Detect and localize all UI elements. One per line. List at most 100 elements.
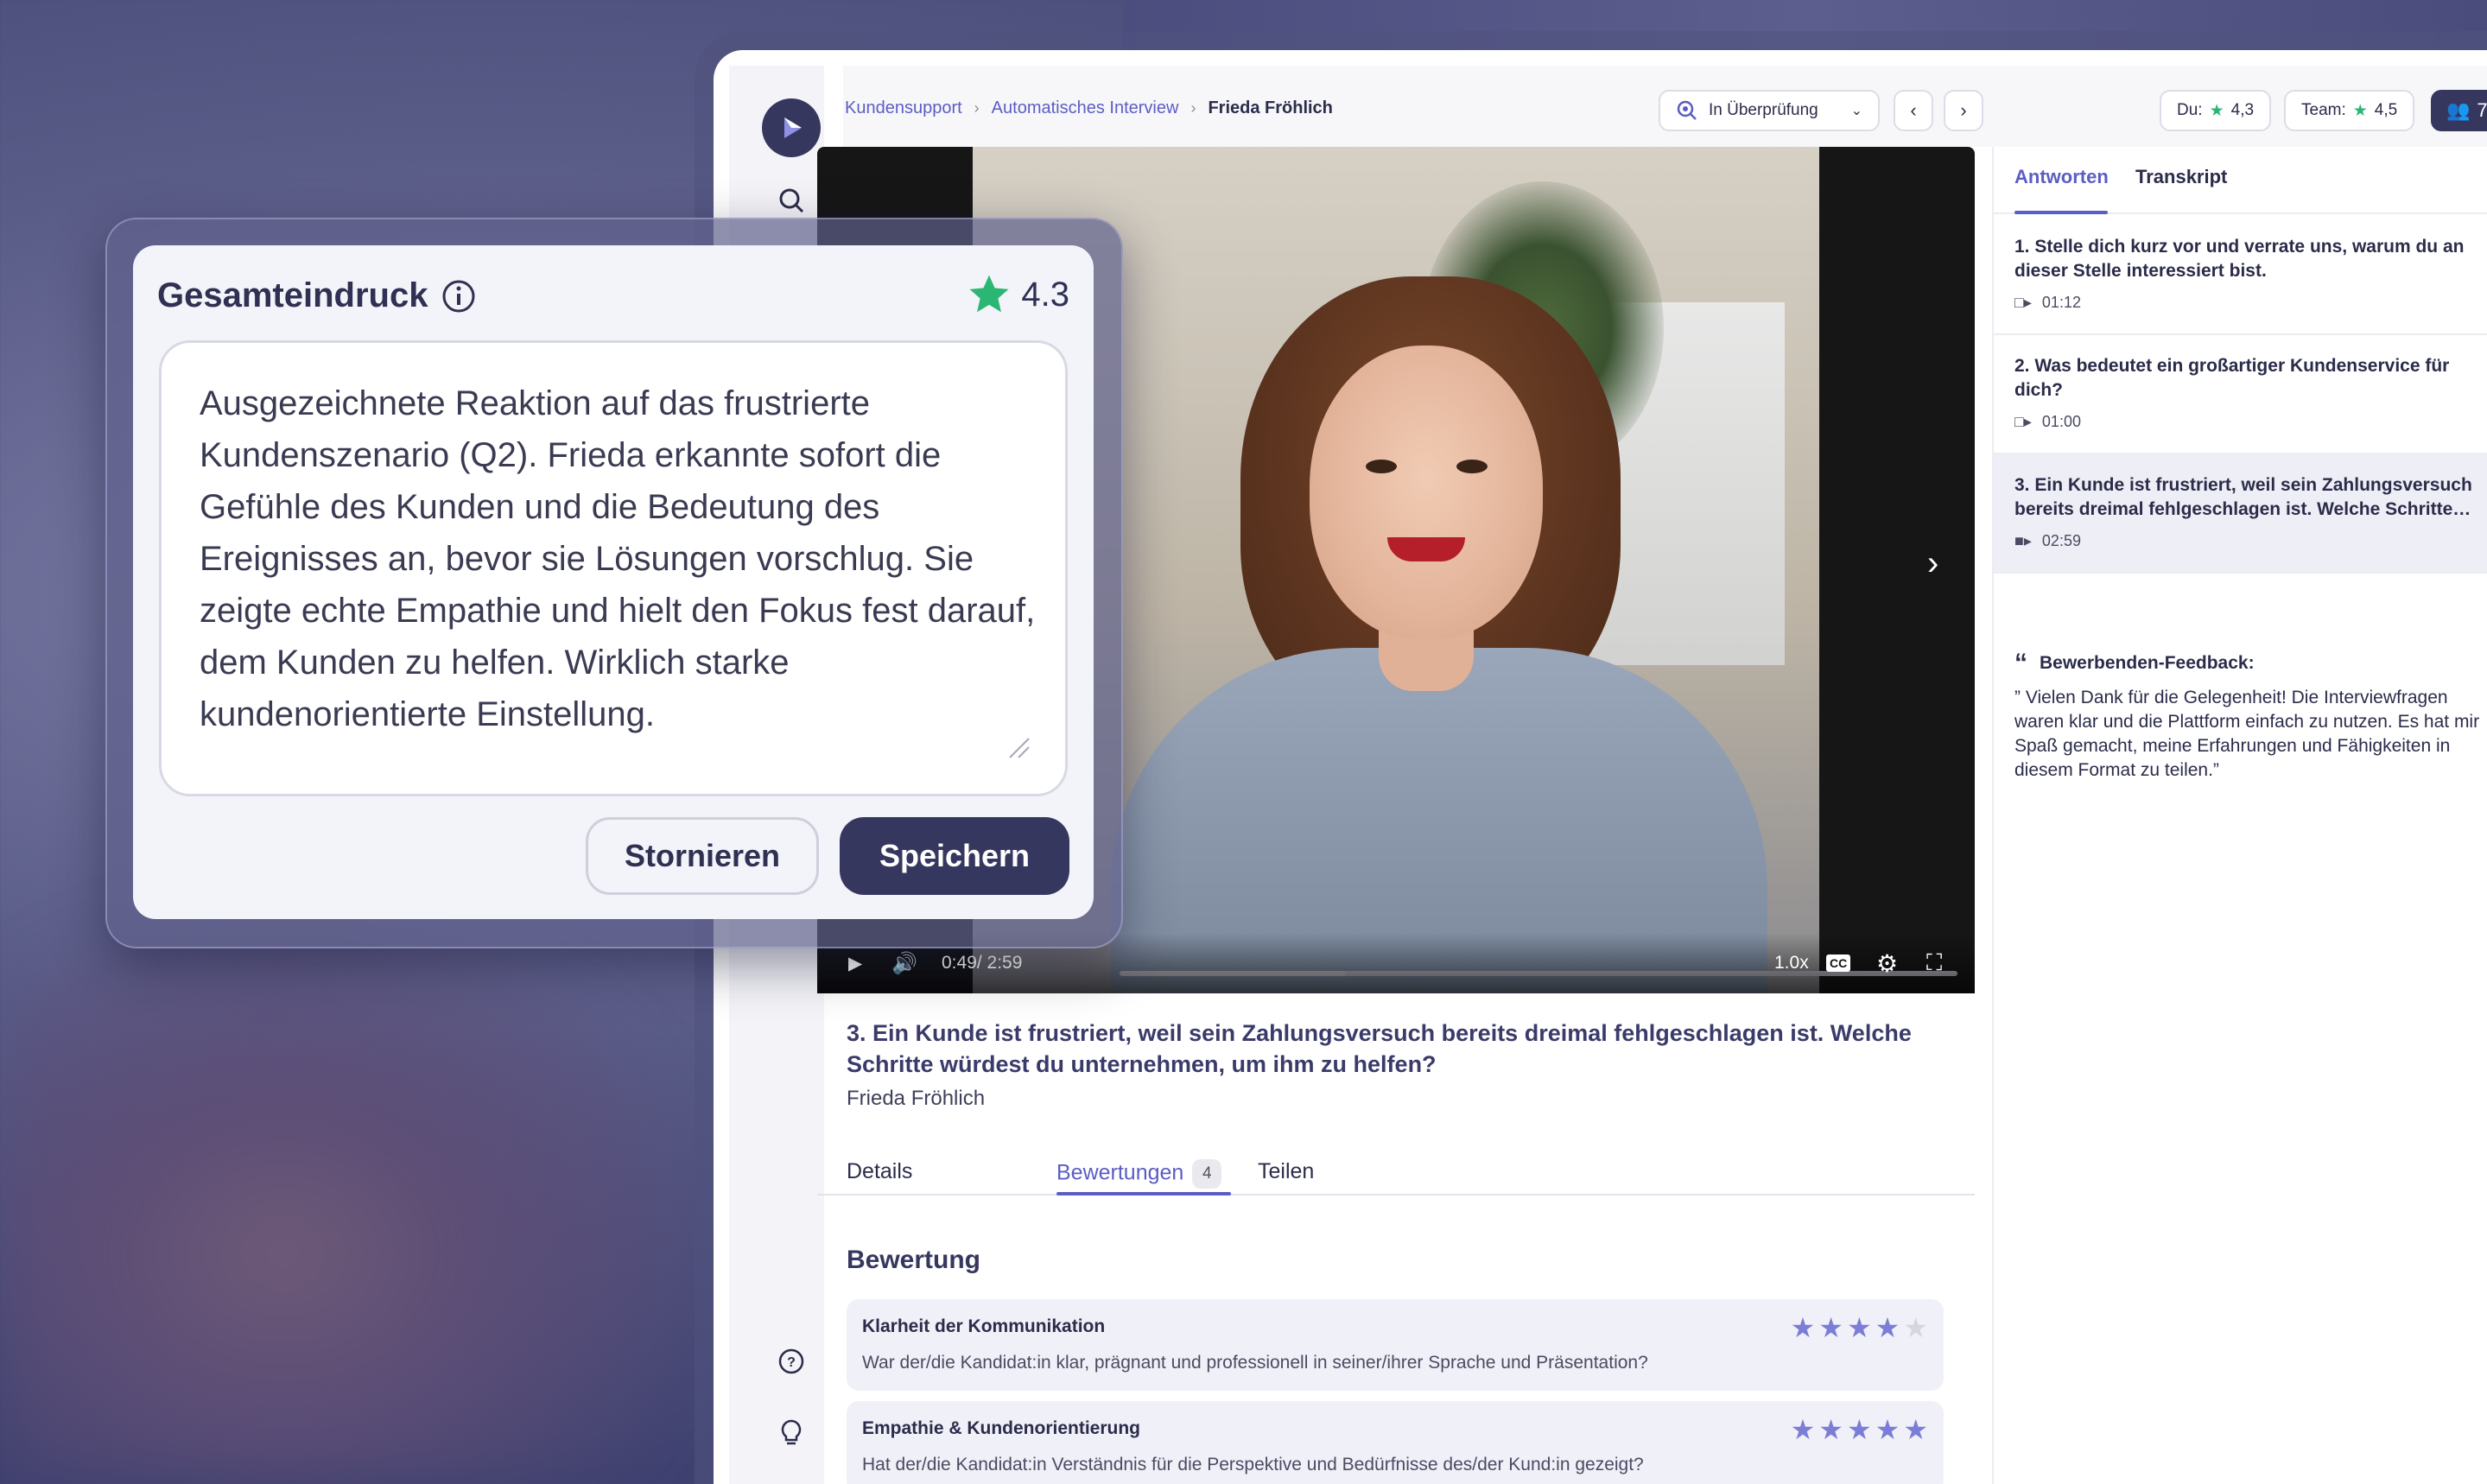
star-filled-icon[interactable]: ★ — [1903, 1413, 1928, 1446]
play-logo-icon — [784, 117, 802, 138]
breadcrumb-link[interactable]: Kundensupport — [845, 98, 962, 118]
team-members-button[interactable]: 👥 7 — [2431, 90, 2487, 131]
tab-transcript[interactable]: Transkript — [2135, 166, 2227, 188]
team-score-pill: Team: ★ 4,5 — [2284, 90, 2415, 131]
prev-candidate-button[interactable]: ‹ — [1894, 90, 1933, 131]
question-title: 3. Ein Kunde ist frustriert, weil sein Z… — [847, 1020, 1912, 1077]
chevron-right-icon: › — [974, 99, 980, 117]
team-score-value: 4,5 — [2374, 101, 2398, 119]
search-icon[interactable] — [774, 183, 809, 218]
video-camera-icon: □▸ — [2014, 413, 2032, 430]
star-rating[interactable]: ★ ★ ★ ★ ★ — [1791, 1311, 1928, 1344]
my-score-value: 4,3 — [2230, 101, 2255, 119]
status-dropdown[interactable]: In Überprüfung ⌄ — [1659, 90, 1880, 131]
captions-icon[interactable]: CC — [1826, 954, 1851, 972]
breadcrumb: Kundensupport › Automatisches Interview … — [845, 98, 1333, 118]
my-score-pill: Du: ★ 4,3 — [2160, 90, 2272, 131]
next-candidate-button[interactable]: › — [1944, 90, 1983, 131]
criterion-card: Klarheit der Kommunikation War der/die K… — [847, 1299, 1944, 1391]
answer-item-selected[interactable]: 3. Ein Kunde ist frustriert, weil sein Z… — [1994, 454, 2487, 574]
tab-ratings-label: Bewertungen — [1056, 1160, 1184, 1185]
dialog-title: Gesamteindruck — [157, 276, 476, 315]
star-filled-icon[interactable]: ★ — [1875, 1413, 1900, 1446]
active-tab-indicator — [1056, 1192, 1231, 1195]
answer-question: 1. Stelle dich kurz vor und verrate uns,… — [2014, 237, 2465, 281]
help-icon[interactable]: ? — [774, 1344, 809, 1379]
feedback-heading: “ Bewerbenden-Feedback: — [2014, 649, 2255, 677]
dialog-title-text: Gesamteindruck — [157, 276, 428, 314]
video-time: 0:49/ 2:59 — [942, 953, 1023, 973]
video-camera-icon: ■▸ — [2014, 532, 2032, 549]
answer-duration: 01:00 — [2041, 413, 2081, 430]
chevron-down-icon: ⌄ — [1850, 104, 1862, 118]
fullscreen-icon[interactable]: ⛶ — [1926, 949, 1942, 977]
team-count: 7 — [2477, 99, 2487, 121]
active-tab-indicator — [2014, 211, 2108, 214]
breadcrumb-link[interactable]: Automatisches Interview — [992, 98, 1179, 118]
criterion-card: Empathie & Kundenorientierung Hat der/di… — [847, 1401, 1944, 1484]
star-filled-icon[interactable]: ★ — [1847, 1413, 1872, 1446]
cancel-button[interactable]: Stornieren — [586, 817, 819, 895]
tab-share[interactable]: Teilen — [1258, 1159, 1314, 1184]
star-empty-icon[interactable]: ★ — [1903, 1311, 1928, 1344]
tab-answers[interactable]: Antworten — [2014, 166, 2109, 188]
star-filled-icon[interactable]: ★ — [1791, 1311, 1816, 1344]
feedback-title: Bewerbenden-Feedback: — [2040, 653, 2255, 673]
panel-tabs: Antworten Transkript — [1994, 147, 2487, 214]
info-icon[interactable] — [441, 279, 476, 314]
answers-panel: Antworten Transkript 1. Stelle dich kurz… — [1992, 147, 2487, 1484]
ratings-count-badge: 4 — [1192, 1159, 1222, 1189]
chevron-left-icon: ‹ — [1910, 99, 1917, 121]
answer-item[interactable]: 1. Stelle dich kurz vor und verrate uns,… — [1994, 216, 2487, 335]
gear-icon[interactable]: ⚙ — [1876, 949, 1898, 978]
candidate-name: Frieda Fröhlich — [847, 1087, 986, 1110]
star-filled-icon[interactable]: ★ — [1818, 1413, 1843, 1446]
svg-text:?: ? — [787, 1355, 796, 1370]
tab-ratings[interactable]: Bewertungen 4 — [1056, 1159, 1222, 1189]
comment-text: Ausgezeichnete Reaktion auf das frustrie… — [200, 384, 1036, 733]
team-score-label: Team: — [2301, 101, 2346, 119]
lightbulb-icon[interactable] — [774, 1415, 809, 1449]
overall-score-value: 4.3 — [1021, 275, 1069, 314]
my-score-label: Du: — [2177, 101, 2203, 119]
star-filled-icon[interactable]: ★ — [1847, 1311, 1872, 1344]
criterion-description: War der/die Kandidat:in klar, prägnant u… — [862, 1353, 1648, 1373]
overall-impression-dialog: Gesamteindruck 4.3 Ausgezeichnete Reakti… — [133, 245, 1094, 919]
overall-score: 4.3 — [966, 271, 1069, 318]
playback-speed[interactable]: 1.0x — [1774, 953, 1809, 973]
breadcrumb-current: Frieda Fröhlich — [1208, 98, 1333, 117]
video-camera-icon: □▸ — [2014, 294, 2032, 311]
star-filled-icon[interactable]: ★ — [1791, 1413, 1816, 1446]
star-rating[interactable]: ★ ★ ★ ★ ★ — [1791, 1413, 1928, 1446]
answer-duration: 01:12 — [2041, 294, 2081, 311]
chevron-right-icon: › — [1190, 99, 1196, 117]
answer-question: 3. Ein Kunde ist frustriert, weil sein Z… — [2014, 475, 2472, 519]
status-label: In Überprüfung — [1709, 101, 1818, 119]
criterion-description: Hat der/die Kandidat:in Verständnis für … — [862, 1455, 1644, 1474]
play-icon[interactable]: ▶ — [848, 953, 862, 974]
chevron-right-icon: › — [1960, 99, 1967, 121]
criterion-name: Klarheit der Kommunikation — [862, 1316, 1106, 1336]
star-filled-icon[interactable]: ★ — [1818, 1311, 1843, 1344]
search-review-icon — [1677, 100, 1697, 120]
star-filled-icon[interactable]: ★ — [1875, 1311, 1900, 1344]
tab-bar: Details Bewertungen 4 Teilen — [817, 1140, 1975, 1195]
chevron-right-icon[interactable]: › — [1927, 544, 1938, 583]
app-logo[interactable] — [762, 98, 821, 157]
star-icon: ★ — [2352, 101, 2368, 120]
rating-section-title: Bewertung — [847, 1246, 981, 1274]
users-icon: 👥 — [2446, 99, 2471, 121]
volume-icon[interactable]: 🔊 — [891, 951, 917, 976]
feedback-text: ” Vielen Dank für die Gelegenheit! Die I… — [2014, 688, 2480, 780]
criterion-name: Empathie & Kundenorientierung — [862, 1418, 1141, 1438]
tab-details[interactable]: Details — [847, 1159, 912, 1184]
answer-question: 2. Was bedeutet ein großartiger Kundense… — [2014, 356, 2450, 400]
resize-handle-icon[interactable] — [1006, 735, 1031, 759]
save-button[interactable]: Speichern — [840, 817, 1069, 895]
answer-item[interactable]: 2. Was bedeutet ein großartiger Kundense… — [1994, 335, 2487, 454]
quote-icon: “ — [2014, 649, 2027, 677]
comment-textarea[interactable]: Ausgezeichnete Reaktion auf das frustrie… — [159, 340, 1068, 796]
answer-duration: 02:59 — [2041, 532, 2081, 549]
star-icon — [969, 275, 1009, 313]
star-icon: ★ — [2209, 101, 2224, 120]
